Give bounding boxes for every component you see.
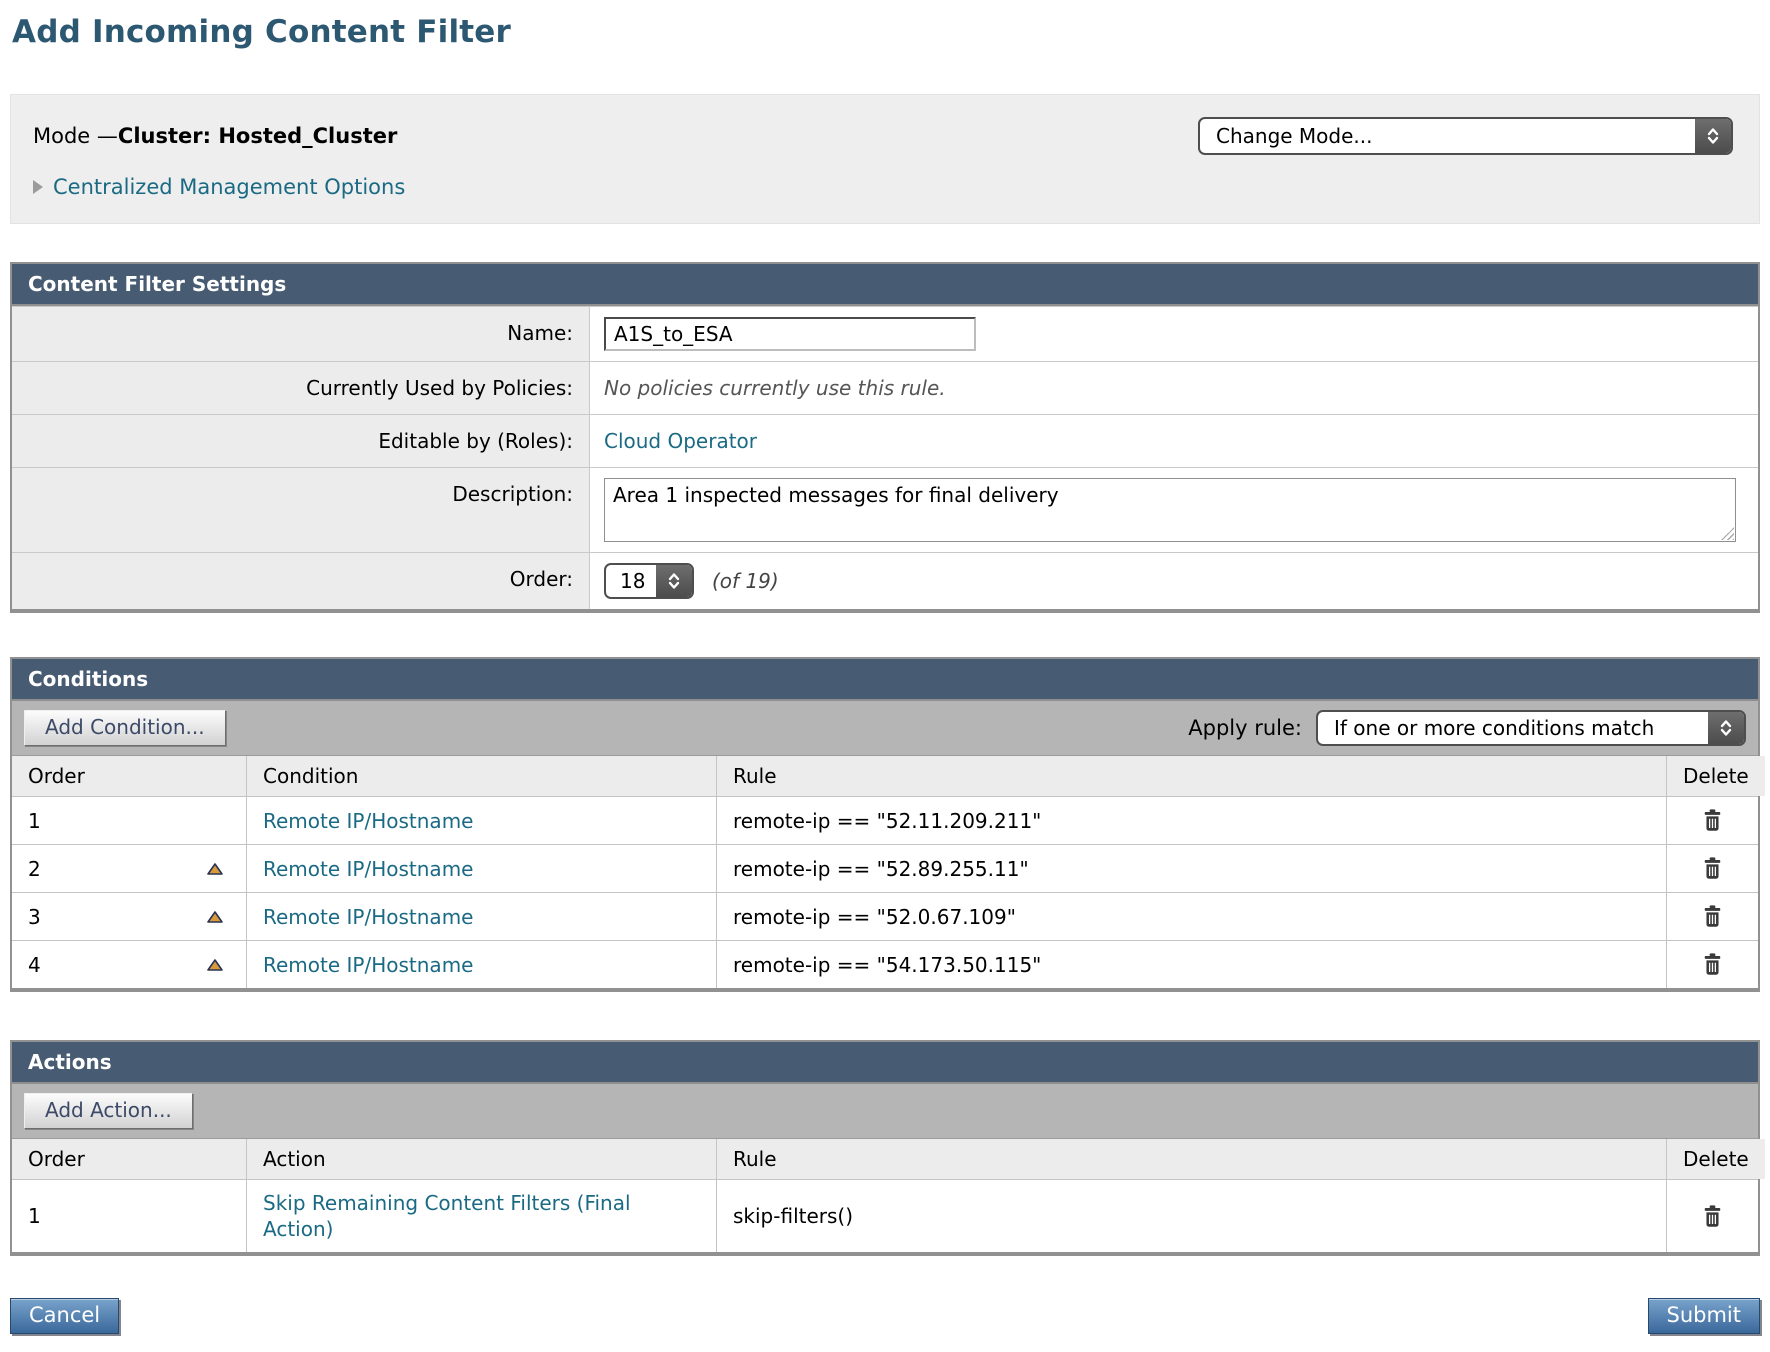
- condition-order: 4: [28, 953, 41, 977]
- condition-rule: remote-ip == "52.89.255.11": [716, 845, 1666, 892]
- footer: Cancel Submit: [10, 1298, 1760, 1352]
- change-mode-select[interactable]: Change Mode...: [1198, 117, 1733, 155]
- condition-order: 1: [28, 809, 41, 833]
- order-of-total: (of 19): [712, 569, 779, 593]
- condition-order: 2: [28, 857, 41, 881]
- actions-panel-header: Actions: [12, 1042, 1758, 1084]
- conditions-table-header: Order Condition Rule Delete: [12, 756, 1758, 796]
- move-up-button[interactable]: [206, 910, 224, 924]
- description-label: Description:: [12, 468, 590, 552]
- condition-row: 3 Remote IP/Hostname remote-ip == "52.0.…: [12, 892, 1758, 940]
- condition-order: 3: [28, 905, 41, 929]
- name-label: Name:: [12, 307, 590, 361]
- condition-link[interactable]: Remote IP/Hostname: [263, 857, 473, 881]
- settings-row-policies: Currently Used by Policies: No policies …: [12, 361, 1758, 414]
- delete-trash-button[interactable]: [1701, 856, 1724, 881]
- condition-row: 4 Remote IP/Hostname remote-ip == "54.17…: [12, 940, 1758, 988]
- actions-panel: Actions Add Action... Order Action Rule …: [10, 1040, 1760, 1256]
- delete-trash-button[interactable]: [1701, 1204, 1724, 1229]
- select-stepper-icon: [656, 565, 692, 597]
- column-header-rule: Rule: [716, 756, 1666, 796]
- column-header-delete: Delete: [1666, 1139, 1765, 1179]
- conditions-toolbar: Add Condition... Apply rule: If one or m…: [12, 701, 1758, 756]
- cloud-operator-link[interactable]: Cloud Operator: [604, 429, 757, 453]
- mode-text: Mode —Cluster: Hosted_Cluster: [33, 124, 397, 148]
- condition-rule: remote-ip == "54.173.50.115": [716, 941, 1666, 988]
- order-select-value: 18: [606, 565, 656, 597]
- order-select[interactable]: 18: [604, 563, 694, 599]
- page-title: Add Incoming Content Filter: [12, 14, 1760, 50]
- condition-row: 1 Remote IP/Hostname remote-ip == "52.11…: [12, 796, 1758, 844]
- settings-row-order: Order: 18 (of 19): [12, 552, 1758, 609]
- mode-label: Mode —: [33, 124, 118, 148]
- apply-rule-select-value: If one or more conditions match: [1318, 712, 1708, 744]
- settings-panel-header: Content Filter Settings: [12, 264, 1758, 306]
- column-header-action: Action: [246, 1139, 716, 1179]
- settings-row-description: Description: Area 1 inspected messages f…: [12, 467, 1758, 552]
- action-row: 1 Skip Remaining Content Filters (Final …: [12, 1179, 1758, 1252]
- condition-link[interactable]: Remote IP/Hostname: [263, 953, 473, 977]
- select-stepper-icon: [1695, 119, 1731, 153]
- condition-link[interactable]: Remote IP/Hostname: [263, 905, 473, 929]
- actions-toolbar: Add Action...: [12, 1084, 1758, 1139]
- expand-triangle-icon: [33, 180, 43, 194]
- page: Add Incoming Content Filter Mode —Cluste…: [0, 0, 1770, 1352]
- delete-trash-button[interactable]: [1701, 952, 1724, 977]
- delete-trash-button[interactable]: [1701, 808, 1724, 833]
- order-label: Order:: [12, 553, 590, 609]
- actions-table-header: Order Action Rule Delete: [12, 1139, 1758, 1179]
- column-header-order: Order: [12, 1139, 246, 1179]
- apply-rule-label: Apply rule:: [1188, 716, 1302, 740]
- content-filter-settings-panel: Content Filter Settings Name: Currently …: [10, 262, 1760, 613]
- submit-button[interactable]: Submit: [1648, 1298, 1761, 1334]
- column-header-rule: Rule: [716, 1139, 1666, 1179]
- mode-value: Cluster: Hosted_Cluster: [118, 124, 397, 148]
- add-condition-button[interactable]: Add Condition...: [24, 710, 226, 746]
- resize-grip-icon[interactable]: [1721, 527, 1734, 540]
- column-header-order: Order: [12, 756, 246, 796]
- conditions-panel: Conditions Add Condition... Apply rule: …: [10, 657, 1760, 992]
- actions-table: Order Action Rule Delete 1 Skip Remainin…: [12, 1139, 1758, 1252]
- apply-rule-select[interactable]: If one or more conditions match: [1316, 710, 1746, 746]
- condition-link[interactable]: Remote IP/Hostname: [263, 809, 473, 833]
- description-textarea[interactable]: Area 1 inspected messages for final deli…: [604, 478, 1736, 542]
- action-link[interactable]: Skip Remaining Content Filters (Final Ac…: [263, 1190, 656, 1242]
- settings-row-name: Name:: [12, 306, 1758, 361]
- name-input[interactable]: [604, 317, 976, 351]
- delete-trash-button[interactable]: [1701, 904, 1724, 929]
- move-up-button[interactable]: [206, 958, 224, 972]
- editable-by-roles-label: Editable by (Roles):: [12, 415, 590, 467]
- policies-label: Currently Used by Policies:: [12, 362, 590, 414]
- move-up-button[interactable]: [206, 862, 224, 876]
- conditions-table: Order Condition Rule Delete 1 Remote IP/…: [12, 756, 1758, 988]
- column-header-condition: Condition: [246, 756, 716, 796]
- mode-panel: Mode —Cluster: Hosted_Cluster Change Mod…: [10, 94, 1760, 224]
- policies-value: No policies currently use this rule.: [604, 376, 946, 400]
- settings-row-editable: Editable by (Roles): Cloud Operator: [12, 414, 1758, 467]
- action-order: 1: [28, 1204, 41, 1228]
- action-rule: skip-filters(): [716, 1180, 1666, 1252]
- condition-rule: remote-ip == "52.0.67.109": [716, 893, 1666, 940]
- condition-rule: remote-ip == "52.11.209.211": [716, 797, 1666, 844]
- cancel-button[interactable]: Cancel: [10, 1298, 119, 1334]
- centralized-management-options-link[interactable]: Centralized Management Options: [53, 175, 405, 199]
- condition-row: 2 Remote IP/Hostname remote-ip == "52.89…: [12, 844, 1758, 892]
- column-header-delete: Delete: [1666, 756, 1765, 796]
- select-stepper-icon: [1708, 712, 1744, 744]
- add-action-button[interactable]: Add Action...: [24, 1093, 193, 1129]
- conditions-panel-header: Conditions: [12, 659, 1758, 701]
- change-mode-select-value: Change Mode...: [1200, 119, 1695, 153]
